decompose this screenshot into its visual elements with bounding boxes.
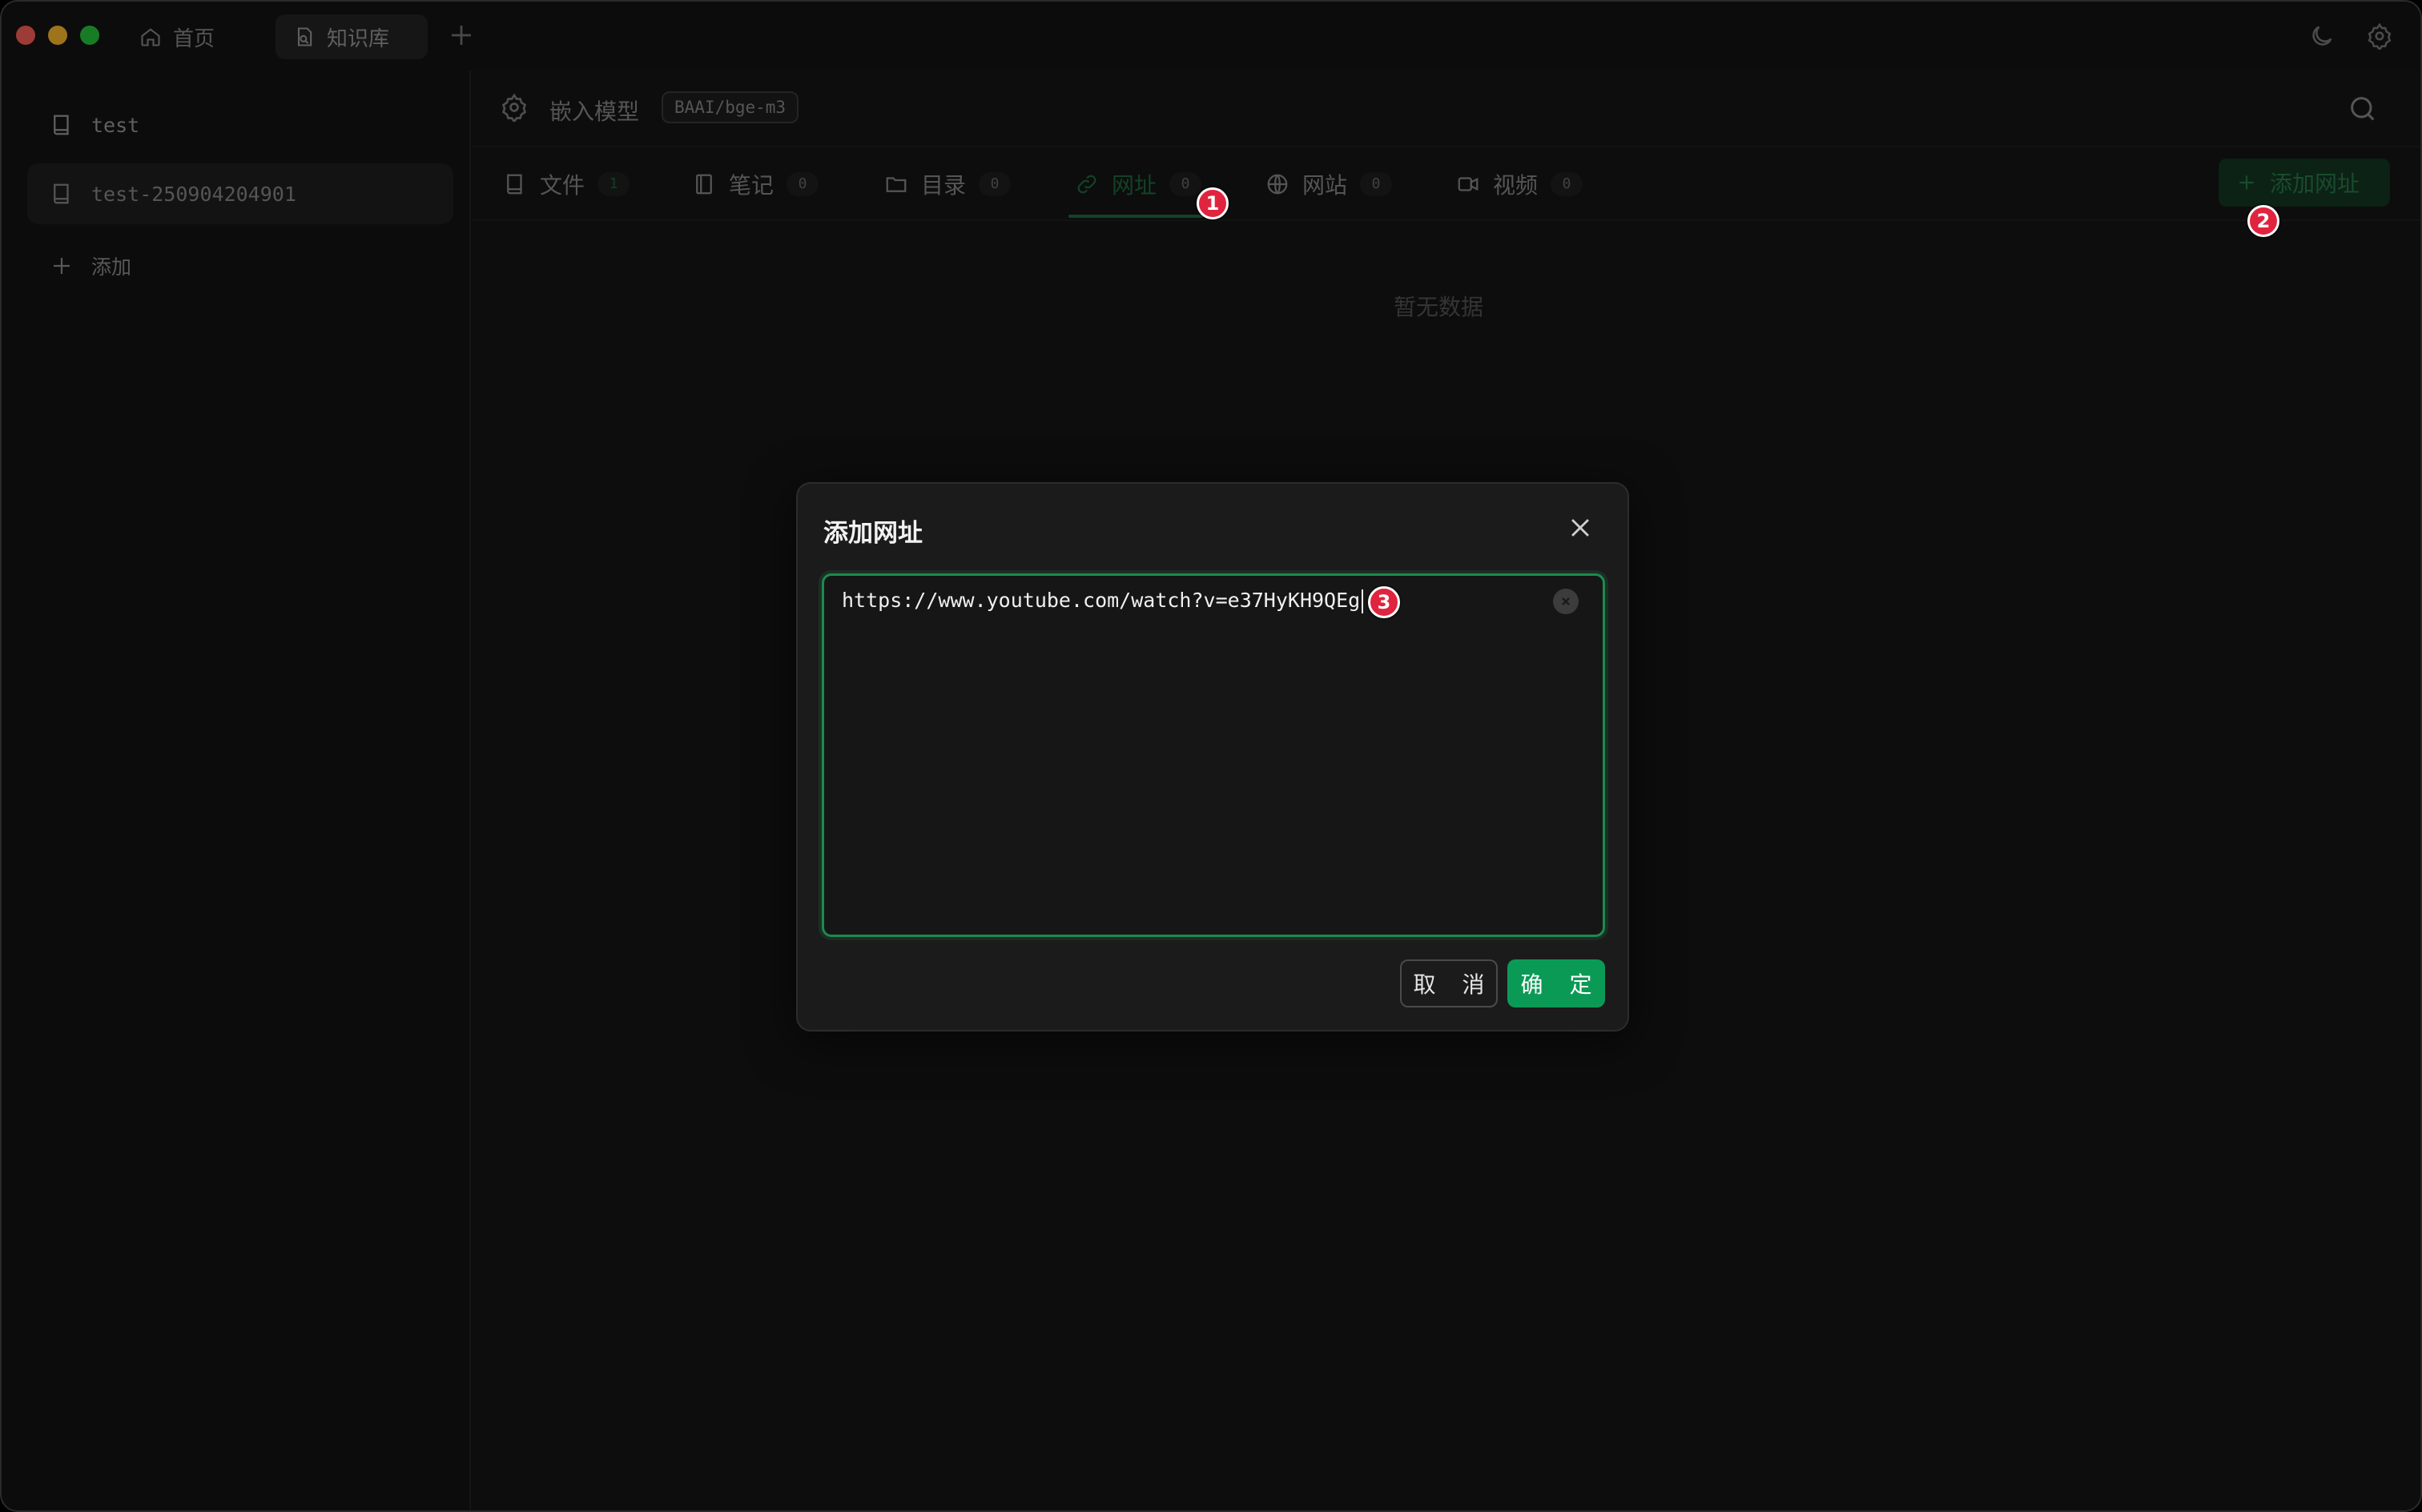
app-window: 首页 知识库 test test-250904204901 添加 嵌入模型 BA…	[0, 0, 2422, 1512]
text-caret	[1362, 589, 1364, 613]
step-marker-2: 2	[2247, 205, 2279, 237]
confirm-button[interactable]: 确 定	[1507, 959, 1605, 1007]
url-textarea[interactable]: https://www.youtube.com/watch?v=e37HyKH9…	[822, 573, 1605, 937]
step-marker-1: 1	[1197, 187, 1229, 219]
url-value: https://www.youtube.com/watch?v=e37HyKH9…	[842, 589, 1361, 612]
dialog-title: 添加网址	[823, 519, 923, 548]
close-icon[interactable]	[1567, 514, 1594, 541]
cancel-button[interactable]: 取 消	[1400, 959, 1498, 1007]
add-url-dialog: 添加网址 https://www.youtube.com/watch?v=e37…	[796, 482, 1629, 1031]
clear-input-button[interactable]	[1553, 589, 1579, 614]
url-input-text: https://www.youtube.com/watch?v=e37HyKH9…	[842, 589, 1364, 613]
step-marker-3: 3	[1368, 586, 1400, 618]
clear-icon	[1562, 597, 1570, 605]
